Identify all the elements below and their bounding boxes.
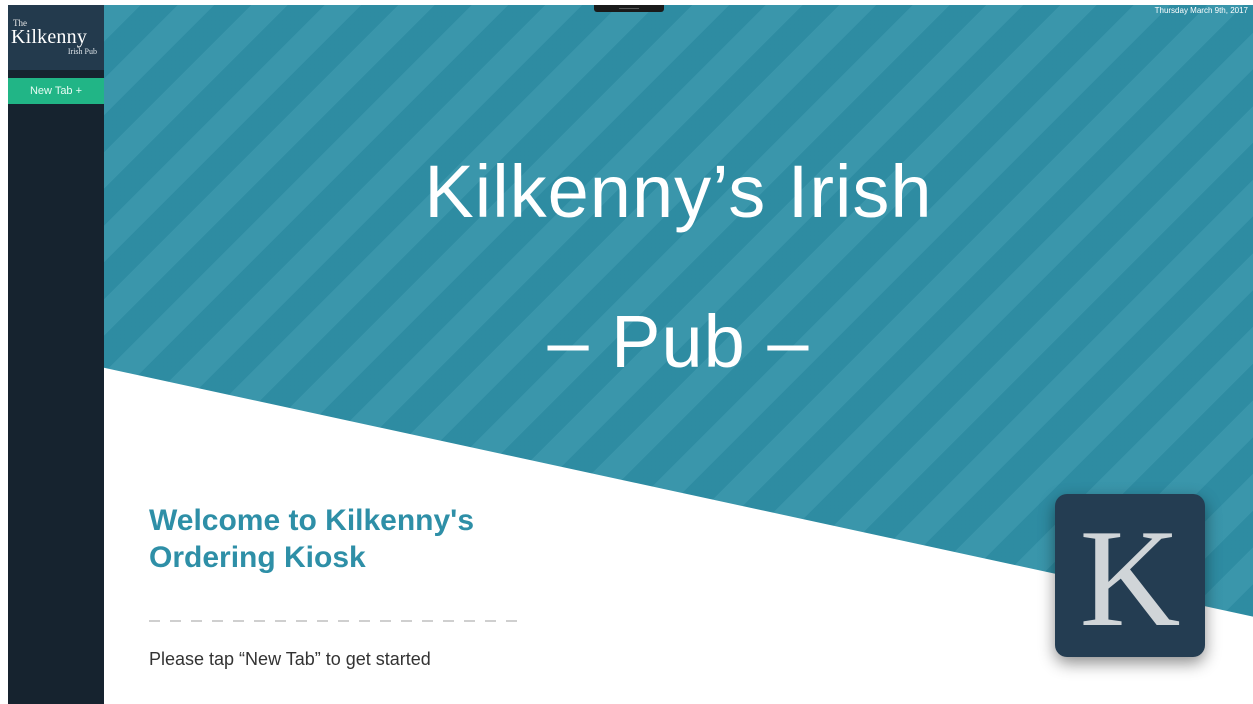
logo-sub-text: Irish Pub [67, 47, 97, 56]
logo-name-text: Kilkenny [11, 26, 88, 48]
welcome-heading-line2: Ordering Kiosk [149, 541, 366, 574]
top-handle[interactable] [594, 5, 664, 12]
k-letter-icon: K [1079, 500, 1181, 656]
welcome-heading-line1: Welcome to Kilkenny's [149, 504, 475, 537]
get-started-prompt: Please tap “New Tab” to get started [149, 649, 431, 669]
date-display: Thursday March 9th, 2017 [1154, 6, 1248, 15]
hero-title-line2: – Pub – [547, 300, 810, 383]
sidebar: The Kilkenny Irish Pub New Tab + [8, 5, 104, 704]
hero-title-line1: Kilkenny’s Irish [424, 150, 933, 233]
logo: The Kilkenny Irish Pub [8, 5, 104, 70]
hero-title: Kilkenny’s Irish – Pub – [104, 117, 1253, 417]
kilkenny-app-icon: K [1055, 494, 1205, 657]
main-content: Thursday March 9th, 2017 Kilkenny’s Iris… [104, 5, 1253, 704]
new-tab-button[interactable]: New Tab + [8, 78, 104, 104]
welcome-heading: Welcome to Kilkenny's Ordering Kiosk [149, 502, 569, 576]
dashed-divider [149, 620, 519, 622]
